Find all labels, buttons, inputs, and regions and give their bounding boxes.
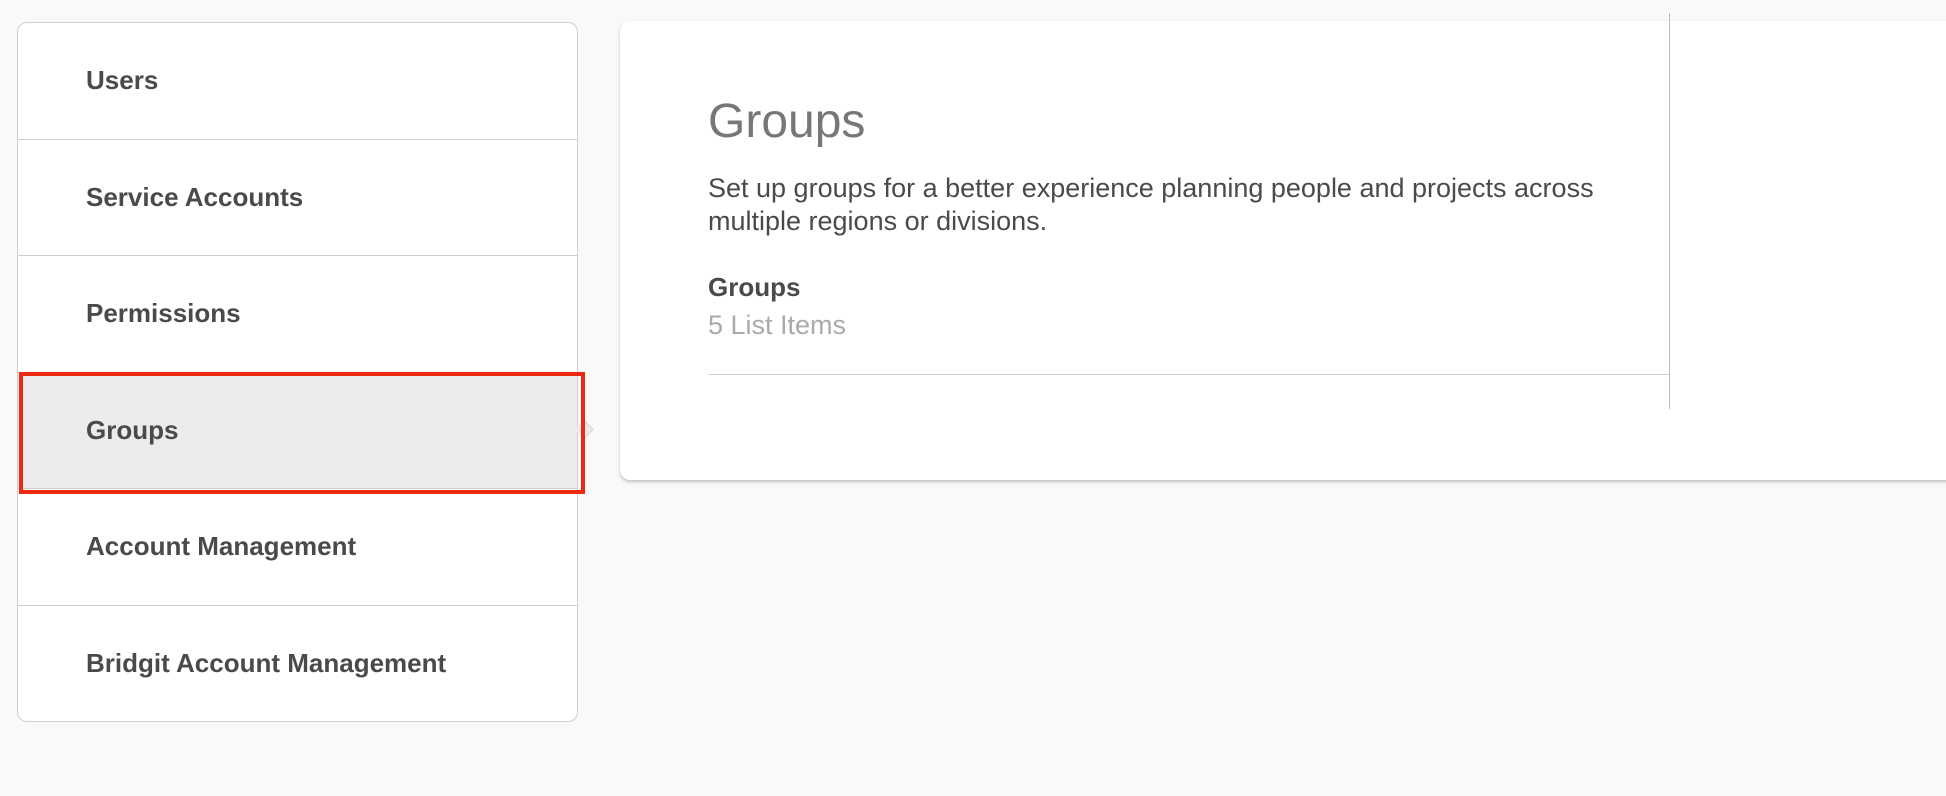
sidebar-item-service-accounts[interactable]: Service Accounts <box>18 140 577 256</box>
settings-sidebar: Users Service Accounts Permissions Group… <box>17 22 578 722</box>
groups-list-count[interactable]: 5 List Items <box>708 308 1670 342</box>
sidebar-item-label: Users <box>86 65 159 96</box>
sidebar-item-groups[interactable]: Groups <box>18 372 577 489</box>
groups-content: Groups Set up groups for a better experi… <box>708 92 1670 375</box>
sidebar-item-label: Account Management <box>86 531 357 562</box>
sidebar-item-label: Groups <box>86 414 179 445</box>
section-divider <box>708 374 1669 375</box>
sidebar-list: Users Service Accounts Permissions Group… <box>18 23 577 722</box>
sidebar-item-label: Permissions <box>86 298 241 329</box>
sidebar-item-label: Bridgit Account Management <box>86 648 447 679</box>
sidebar-item-account-management[interactable]: Account Management <box>18 489 577 606</box>
groups-section-label: Groups <box>708 272 801 302</box>
sidebar-item-label: Service Accounts <box>86 181 304 212</box>
page-description: Set up groups for a better experience pl… <box>708 173 1594 236</box>
sidebar-item-bridgit-account-management[interactable]: Bridgit Account Management <box>18 606 577 723</box>
vertical-divider <box>1669 13 1670 409</box>
sidebar-item-permissions[interactable]: Permissions <box>18 256 577 373</box>
page-title: Groups <box>708 95 866 148</box>
sidebar-item-users[interactable]: Users <box>18 23 577 140</box>
